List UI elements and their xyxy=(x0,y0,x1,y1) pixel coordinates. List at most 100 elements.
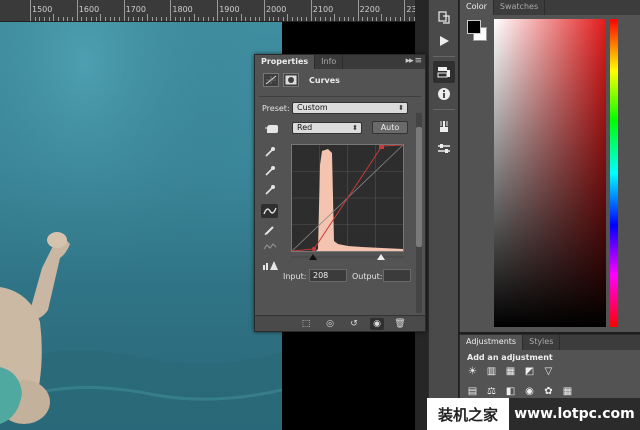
color-picker-field[interactable] xyxy=(494,19,606,327)
ruler-tick xyxy=(343,17,345,21)
pencil-icon[interactable] xyxy=(261,223,278,237)
curve-point-selected xyxy=(379,144,384,149)
ruler-tick xyxy=(95,17,97,21)
properties-scrollbar[interactable] xyxy=(416,113,422,313)
input-field[interactable]: 208 xyxy=(309,269,347,282)
vibrance-icon[interactable]: ▽ xyxy=(542,366,555,377)
input-sliders[interactable] xyxy=(291,253,404,261)
tab-styles[interactable]: Styles xyxy=(523,335,561,350)
ruler-tick xyxy=(273,17,275,21)
clip-to-layer-icon[interactable]: ⬚ xyxy=(299,318,313,330)
levels-icon[interactable]: ▥ xyxy=(485,366,498,377)
horizontal-ruler: 1500 1600 1700 1800 1900 2000 2100 2200 2300 xyxy=(0,0,415,22)
ruler-label: 2300 xyxy=(406,5,415,14)
ruler-tick xyxy=(217,0,219,21)
ruler-tick xyxy=(334,14,336,21)
chevron-updown-icon: ⬍ xyxy=(398,104,404,112)
color-panel-tabs: Color Swatches xyxy=(460,0,640,15)
adjustments-title: Add an adjustment xyxy=(467,353,553,362)
brush-icon[interactable] xyxy=(433,115,455,137)
foreground-color-swatch[interactable] xyxy=(467,20,481,34)
scrollbar-thumb[interactable] xyxy=(416,127,422,247)
curves-adjustment-icon xyxy=(263,73,279,87)
gray-eyedropper-icon[interactable] xyxy=(261,164,278,178)
reset-icon[interactable]: ↺ xyxy=(347,318,361,330)
channel-mixer-icon[interactable]: ✿ xyxy=(542,386,555,397)
tool-presets-icon[interactable] xyxy=(433,138,455,160)
ruler-label: 2000 xyxy=(266,5,287,14)
visibility-eye-icon[interactable]: ◉ xyxy=(370,318,384,330)
ruler-tick xyxy=(348,17,350,21)
play-icon[interactable] xyxy=(433,30,455,52)
tab-swatches[interactable]: Swatches xyxy=(494,0,546,15)
adjustment-icons-row-1: ☀ ▥ ▦ ◩ ▽ xyxy=(466,366,555,377)
adjustment-name: Curves xyxy=(309,75,340,85)
view-previous-icon[interactable]: ◎ xyxy=(323,318,337,330)
info-icon[interactable] xyxy=(433,83,455,105)
exposure-icon[interactable]: ◩ xyxy=(523,366,536,377)
photo-filter-icon[interactable]: ◉ xyxy=(523,386,536,397)
preset-label: Preset: xyxy=(262,104,290,113)
channel-value: Red xyxy=(297,123,313,132)
black-white-icon[interactable]: ◧ xyxy=(504,386,517,397)
curves-graph[interactable] xyxy=(291,144,404,252)
ruler-tick xyxy=(399,17,401,21)
ruler-tick xyxy=(81,17,83,21)
color-lookup-icon[interactable]: ▦ xyxy=(561,386,574,397)
ruler-tick xyxy=(175,17,177,21)
ruler-tick xyxy=(179,17,181,21)
tab-adjustments[interactable]: Adjustments xyxy=(460,335,524,350)
hue-slider[interactable] xyxy=(610,19,618,327)
brightness-icon[interactable]: ☀ xyxy=(466,366,479,377)
ruler-tick xyxy=(118,17,120,21)
ruler-label: 1600 xyxy=(78,5,100,14)
tab-info[interactable]: Info xyxy=(315,55,344,69)
ruler-tick xyxy=(352,17,354,21)
ruler-label: 1900 xyxy=(219,5,240,14)
smooth-icon[interactable] xyxy=(261,240,278,254)
white-eyedropper-icon[interactable] xyxy=(261,183,278,197)
ruler-tick xyxy=(100,14,102,21)
watermark-url: www.lotpc.com xyxy=(509,398,640,430)
black-eyedropper-icon[interactable] xyxy=(261,145,278,159)
watermark-logo: 装机之家 xyxy=(437,405,498,424)
ruler-tick xyxy=(366,17,368,21)
ruler-label: 1700 xyxy=(125,5,146,14)
layer-comps-icon[interactable] xyxy=(433,61,455,83)
channel-select[interactable]: Red ⬍ xyxy=(292,122,362,134)
auto-button[interactable]: Auto xyxy=(372,121,408,134)
mask-icon[interactable] xyxy=(283,73,299,87)
hand-target-icon[interactable] xyxy=(263,121,280,135)
ruler-tick xyxy=(338,17,340,21)
site-watermark: 装机之家 www.lotpc.com xyxy=(427,398,640,430)
ruler-tick xyxy=(39,17,41,21)
output-field[interactable] xyxy=(383,269,411,282)
ruler-tick xyxy=(76,0,78,21)
curves-plot xyxy=(291,144,404,252)
ruler-tick xyxy=(301,17,303,21)
tab-properties[interactable]: Properties xyxy=(255,55,316,69)
curve-point-icon[interactable] xyxy=(261,204,278,218)
tab-color[interactable]: Color xyxy=(460,0,494,15)
ruler-tick xyxy=(278,17,280,21)
trash-icon[interactable]: 🗑 xyxy=(393,318,407,330)
preset-select[interactable]: Custom ⬍ xyxy=(292,102,408,114)
ruler-tick xyxy=(395,17,397,21)
ruler-tick xyxy=(90,17,92,21)
ruler-tick xyxy=(72,17,74,21)
document-canvas[interactable] xyxy=(0,22,282,430)
history-icon[interactable] xyxy=(433,6,455,28)
output-label: Output: xyxy=(352,272,383,281)
ruler-tick xyxy=(184,17,186,21)
color-balance-icon[interactable]: ⚖ xyxy=(485,386,498,397)
hue-saturation-icon[interactable]: ▤ xyxy=(466,386,479,397)
input-label: Input: xyxy=(283,272,307,281)
curves-icon[interactable]: ▦ xyxy=(504,366,517,377)
ruler-tick xyxy=(114,17,116,21)
ruler-tick xyxy=(128,17,130,21)
ruler-tick xyxy=(161,17,163,21)
ruler-tick xyxy=(264,0,265,21)
ruler-label: 2100 xyxy=(312,5,334,14)
panel-menu-icon[interactable]: ▸▸ ≡ xyxy=(406,56,422,66)
clipping-warning-icon[interactable] xyxy=(261,258,278,272)
